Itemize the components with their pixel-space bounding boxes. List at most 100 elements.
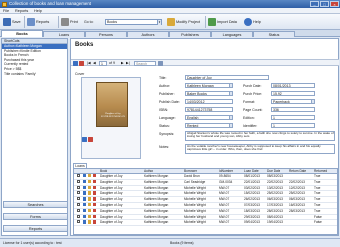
delete-icon[interactable] <box>93 220 97 224</box>
row-checkbox[interactable] <box>77 203 80 206</box>
import-data-button[interactable]: Import Data <box>208 16 237 28</box>
key-icon[interactable] <box>88 174 92 178</box>
synopsis-field[interactable]: Abigail Stanton's whole life was rooted … <box>185 130 335 141</box>
identifier-field[interactable]: 1 <box>271 122 315 128</box>
status-select[interactable]: Rented <box>185 122 233 128</box>
key-icon[interactable] <box>88 214 92 218</box>
edit-icon[interactable] <box>83 208 87 213</box>
tab-publishers[interactable]: Publishers <box>169 31 211 37</box>
reports-button[interactable]: Reports <box>27 16 49 28</box>
last-record-button[interactable]: ▶| <box>126 60 130 67</box>
tab-loans[interactable]: Loans <box>43 31 85 37</box>
next-record-button[interactable]: ▶ <box>121 60 124 67</box>
cover-frame: Daughter of Joy KATHLEEN MORGAN <box>81 77 141 159</box>
edit-icon[interactable] <box>83 220 87 224</box>
isbn-field[interactable]: 9781441273758 <box>185 106 233 112</box>
delete-icon[interactable] <box>93 185 97 189</box>
delete-icon[interactable] <box>93 174 97 178</box>
row-checkbox[interactable] <box>77 208 80 212</box>
identifier-label: Identifier: <box>243 124 258 128</box>
chevron-down-icon <box>228 115 232 119</box>
tab-persons[interactable]: Persons <box>85 31 127 37</box>
tab-status[interactable]: Status <box>253 31 295 37</box>
edit-icon[interactable] <box>83 174 87 178</box>
publish-date-field[interactable]: 14/03/2012 <box>185 98 233 104</box>
shortcut-item[interactable]: Title contains 'Family' <box>2 72 67 77</box>
search-icon[interactable] <box>158 61 163 66</box>
author-select[interactable]: Kathleen Morgan <box>185 82 233 88</box>
tab-languages[interactable]: Languages <box>211 31 253 37</box>
row-checkbox[interactable] <box>77 214 80 218</box>
publisher-select[interactable]: Baker Books <box>185 90 233 96</box>
reports-panel-button[interactable]: Reports <box>3 225 68 232</box>
delete-record-icon[interactable] <box>79 61 84 66</box>
prev-record-button[interactable]: ◀ <box>93 60 96 67</box>
table-cell: Kathleen Morgan <box>144 220 169 225</box>
minimize-button[interactable]: – <box>310 1 319 7</box>
key-icon[interactable] <box>88 191 92 195</box>
maximize-button[interactable]: □ <box>320 1 329 7</box>
isbn-label: ISBN: <box>159 108 169 112</box>
edition-field[interactable]: 1 <box>271 114 315 120</box>
purch-date-field[interactable]: 08/01/2013 <box>271 82 315 88</box>
page-count-field[interactable]: 336 <box>271 106 315 112</box>
remove-cover-icon[interactable] <box>88 137 93 142</box>
key-icon[interactable] <box>88 220 92 224</box>
delete-icon[interactable] <box>93 208 97 213</box>
edit-icon[interactable] <box>83 179 87 184</box>
edit-icon[interactable] <box>83 203 87 207</box>
row-checkbox[interactable] <box>77 185 80 189</box>
modify-project-icon <box>167 18 175 26</box>
add-record-icon[interactable] <box>73 61 78 66</box>
reports-icon <box>27 18 35 26</box>
tab-books[interactable]: Books <box>1 30 43 37</box>
help-button[interactable]: Help <box>244 16 261 28</box>
save-icon <box>3 18 11 26</box>
edit-icon[interactable] <box>83 197 87 201</box>
key-icon[interactable] <box>88 203 92 207</box>
key-icon[interactable] <box>88 185 92 189</box>
close-button[interactable]: × <box>330 1 339 7</box>
author-label: Author: <box>159 84 171 88</box>
tab-authors[interactable]: Authors <box>127 31 169 37</box>
row-checkbox[interactable] <box>77 174 80 177</box>
edit-icon[interactable] <box>83 191 87 195</box>
row-checkbox[interactable] <box>77 220 80 224</box>
delete-icon[interactable] <box>93 179 97 184</box>
save-button[interactable]: Save <box>3 16 21 28</box>
language-select[interactable]: English <box>185 114 233 120</box>
table-cell: Daughter of Joy <box>100 220 123 225</box>
key-icon[interactable] <box>88 208 92 213</box>
delete-icon[interactable] <box>93 197 97 201</box>
goto-select[interactable]: Books ▾ <box>105 19 162 25</box>
delete-icon[interactable] <box>93 203 97 207</box>
key-icon[interactable] <box>88 197 92 201</box>
searches-button[interactable]: Searches <box>3 201 68 208</box>
notes-field[interactable]: As the volatile rancher's new housekeepe… <box>185 143 335 154</box>
shortcuts-panel: ShortCuts Author=Kathleen Morgan Publish… <box>1 38 68 236</box>
row-checkbox[interactable] <box>77 179 80 183</box>
first-record-button[interactable]: |◀ <box>87 60 91 67</box>
table-row[interactable]: Daughter of Joy Kathleen Morgan Michelle W… <box>74 220 337 227</box>
row-checkbox[interactable] <box>77 191 80 195</box>
record-number-field[interactable]: 1 <box>99 61 107 66</box>
key-icon[interactable] <box>88 179 92 184</box>
delete-icon[interactable] <box>93 214 97 218</box>
table-cell: 09/04/2013 <box>244 220 260 225</box>
format-select[interactable]: Paperback <box>271 98 315 104</box>
title-field[interactable]: Daughter of Joy <box>185 74 269 80</box>
app-icon <box>2 1 7 7</box>
toolbar-separator <box>205 16 206 28</box>
edit-icon[interactable] <box>83 185 87 189</box>
edit-icon[interactable] <box>83 214 87 218</box>
purch-price-field[interactable]: 15,92 <box>271 90 315 96</box>
search-input[interactable]: Search <box>134 61 156 66</box>
toolbar: Save Reports Print Go to: Books ▾ Modify… <box>0 14 340 30</box>
print-button[interactable]: Print <box>61 16 78 28</box>
load-cover-icon[interactable] <box>82 137 87 142</box>
forms-button[interactable]: Forms <box>3 213 68 220</box>
modify-project-button[interactable]: Modify Project <box>167 16 200 28</box>
delete-icon[interactable] <box>93 191 97 195</box>
chevron-down-icon <box>310 99 314 103</box>
row-checkbox[interactable] <box>77 197 80 201</box>
